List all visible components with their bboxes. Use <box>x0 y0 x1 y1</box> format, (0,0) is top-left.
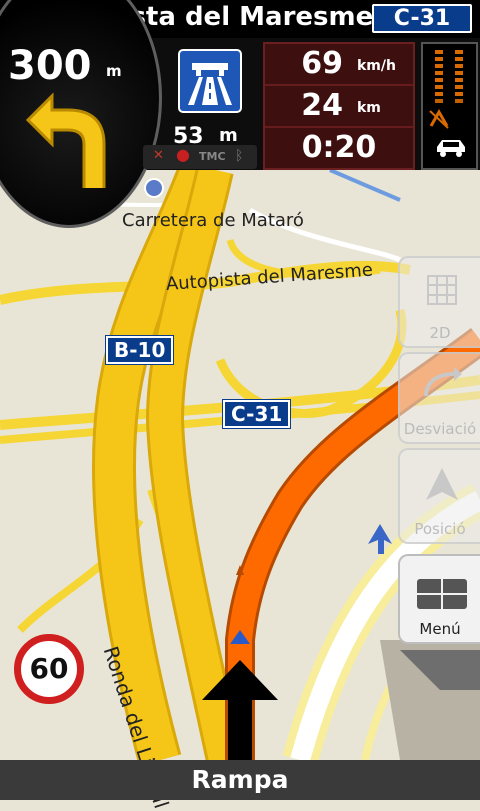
speed-row: 69 km/h <box>265 44 413 86</box>
speed-unit: km/h <box>357 58 396 74</box>
no-traffic-icon <box>429 108 449 129</box>
turn-distance-value: 300 <box>8 43 92 89</box>
remaining-distance-row: 24 km <box>265 86 413 128</box>
motorway-sign-icon <box>178 49 242 113</box>
position-label: Posició <box>414 520 466 538</box>
grid-view-icon <box>427 275 457 305</box>
position-button[interactable]: Posició <box>398 448 480 544</box>
satellite-icon: ✕ <box>153 148 164 163</box>
menu-button[interactable]: Menú <box>398 554 480 644</box>
car-icon <box>437 140 465 157</box>
remaining-time-value: 0:20 <box>301 130 377 165</box>
view-2d-label: 2D <box>429 324 451 342</box>
speed-limit-sign: 60 <box>14 634 84 704</box>
turn-distance-unit: m <box>106 62 122 80</box>
traffic-panel[interactable] <box>421 42 478 170</box>
menu-label: Menú <box>419 620 461 638</box>
record-dot-icon: ● <box>176 145 190 164</box>
trip-info-box[interactable]: 69 km/h 24 km 0:20 <box>263 42 415 170</box>
next-street-bar: Rampa <box>0 760 480 800</box>
detour-icon <box>424 367 462 397</box>
road-shield-c31: C-31 <box>221 399 292 429</box>
road-number-badge: C-31 <box>372 4 472 33</box>
status-strip: ✕ ● TMC ᛒ <box>143 145 257 169</box>
view-2d-button[interactable]: 2D <box>398 256 480 348</box>
bluetooth-icon: ᛒ <box>235 148 244 164</box>
turn-left-arrow-icon <box>25 92 106 188</box>
speed-value: 69 <box>301 46 343 81</box>
remaining-distance-value: 24 <box>301 88 343 123</box>
detour-label: Desviació <box>403 420 477 438</box>
map-label-carretera: Carretera de Mataró <box>122 210 304 231</box>
next-turn-distance-unit: m <box>219 125 238 146</box>
position-arrow-icon <box>426 468 458 500</box>
menu-icon <box>417 579 467 609</box>
detour-button[interactable]: Desviació <box>398 352 480 444</box>
road-shield-b10: B-10 <box>104 335 175 365</box>
remaining-distance-unit: km <box>357 100 381 116</box>
tmc-label: TMC <box>199 150 226 163</box>
next-street-name: Rampa <box>191 765 289 794</box>
